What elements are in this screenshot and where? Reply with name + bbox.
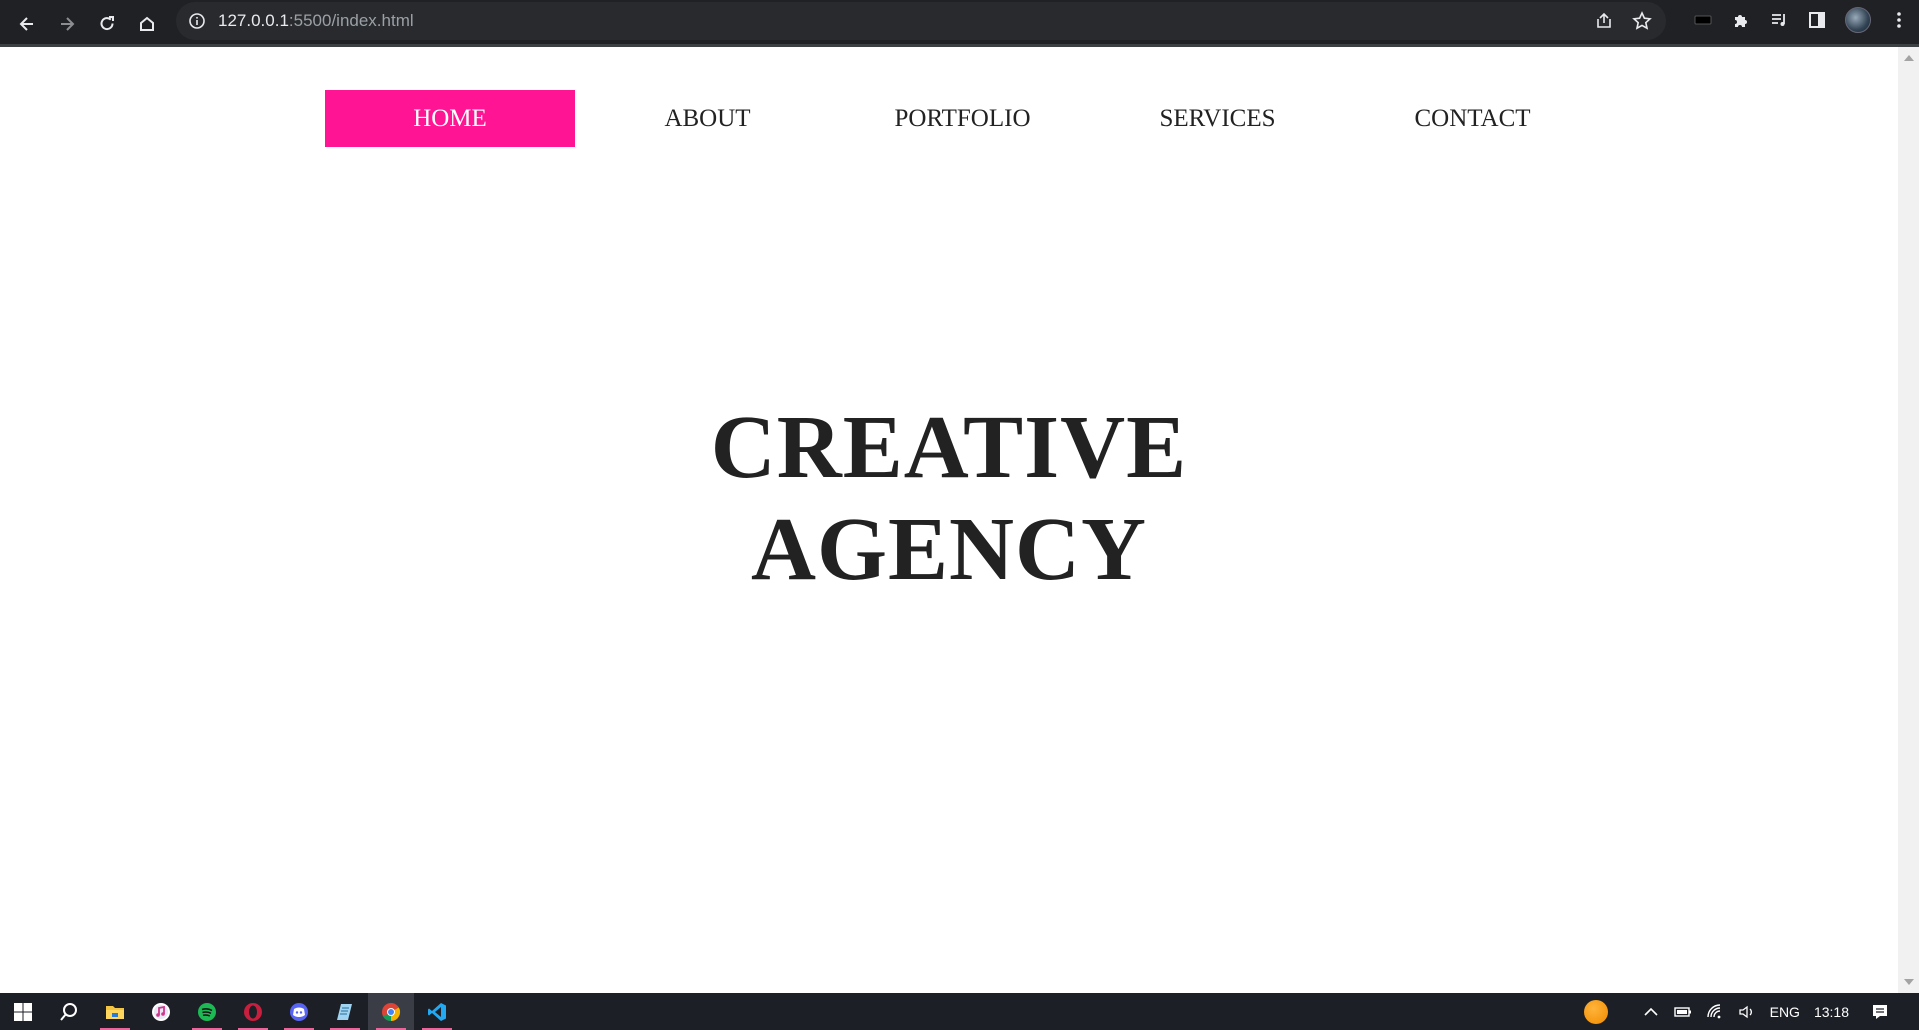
- nav-buttons: [0, 4, 167, 44]
- tray-clock[interactable]: 13:18: [1814, 1004, 1849, 1020]
- opera-icon: [244, 1002, 262, 1021]
- folder-icon: [106, 1005, 124, 1019]
- taskbar-file-explorer[interactable]: [92, 993, 138, 1030]
- vscode-icon: [428, 1002, 446, 1021]
- start-button[interactable]: [0, 993, 46, 1030]
- tray-volume[interactable]: [1738, 1003, 1756, 1021]
- back-button[interactable]: [7, 4, 47, 44]
- taskbar-itunes[interactable]: [138, 993, 184, 1030]
- vertical-scrollbar[interactable]: [1898, 47, 1919, 993]
- hero-line-2: AGENCY: [750, 500, 1147, 599]
- address-bar[interactable]: 127.0.0.1:5500/index.html: [176, 2, 1666, 40]
- reload-icon: [100, 15, 114, 30]
- url-host: 127.0.0.1: [218, 11, 289, 30]
- main-nav: HOME ABOUT PORTFOLIO SERVICES CONTACT: [325, 90, 1600, 147]
- chrome-icon: [382, 1002, 401, 1021]
- taskbar-discord[interactable]: [276, 993, 322, 1030]
- search-button[interactable]: [46, 993, 92, 1030]
- nav-home[interactable]: HOME: [325, 90, 575, 147]
- taskbar: ENG 13:18: [0, 993, 1919, 1030]
- media-queue-icon[interactable]: [1769, 10, 1789, 30]
- notepad-icon: [337, 1003, 352, 1020]
- action-center-button[interactable]: [1871, 1003, 1889, 1021]
- browser-toolbar: 127.0.0.1:5500/index.html: [0, 0, 1919, 47]
- tray-network[interactable]: [1706, 1003, 1724, 1021]
- home-button[interactable]: [127, 4, 167, 44]
- windows-icon: [14, 1002, 32, 1021]
- taskbar-vscode[interactable]: [414, 993, 460, 1030]
- tray-battery[interactable]: [1673, 1003, 1692, 1021]
- wifi-icon: [1706, 1003, 1721, 1018]
- nav-services[interactable]: SERVICES: [1090, 90, 1345, 147]
- taskbar-notepad[interactable]: [322, 993, 368, 1030]
- info-icon[interactable]: [188, 12, 206, 30]
- omnibox-actions: [1594, 2, 1652, 40]
- battery-icon: [1673, 1006, 1691, 1017]
- notifications-icon: [1873, 1004, 1887, 1019]
- profile-avatar[interactable]: [1845, 7, 1871, 33]
- nav-contact[interactable]: CONTACT: [1345, 90, 1600, 147]
- side-panel-icon[interactable]: [1807, 10, 1827, 30]
- star-icon[interactable]: [1632, 11, 1652, 31]
- itunes-icon: [152, 1002, 170, 1021]
- hero-line-1: CREATIVE: [710, 398, 1188, 497]
- discord-icon: [290, 1002, 308, 1021]
- web-page: HOME ABOUT PORTFOLIO SERVICES CONTACT CR…: [0, 47, 1898, 993]
- taskbar-spotify[interactable]: [184, 993, 230, 1030]
- nav-portfolio[interactable]: PORTFOLIO: [835, 90, 1090, 147]
- tray-overflow[interactable]: [1642, 1003, 1660, 1021]
- more-vertical-icon[interactable]: [1889, 10, 1909, 30]
- forward-button[interactable]: [47, 4, 87, 44]
- puzzle-icon[interactable]: [1731, 10, 1751, 30]
- hero-title: CREATIVE AGENCY: [0, 397, 1898, 601]
- tray-language[interactable]: ENG: [1770, 1004, 1800, 1020]
- extension-keyboard-icon[interactable]: [1693, 10, 1713, 30]
- system-tray: ENG 13:18: [1583, 993, 1919, 1030]
- home-icon: [140, 16, 154, 31]
- spotify-icon: [198, 1002, 216, 1021]
- extensions-area: [1693, 0, 1909, 40]
- arrow-left-icon: [19, 16, 33, 31]
- scroll-down-arrow[interactable]: [1904, 979, 1914, 985]
- notification-app-icon[interactable]: [1583, 999, 1608, 1024]
- chevron-up-icon: [1644, 1007, 1658, 1016]
- taskbar-chrome[interactable]: [368, 993, 414, 1030]
- url-path: :5500/index.html: [288, 11, 414, 30]
- scroll-up-arrow[interactable]: [1904, 55, 1914, 61]
- reload-button[interactable]: [87, 4, 127, 44]
- share-icon[interactable]: [1594, 11, 1614, 31]
- nav-about[interactable]: ABOUT: [580, 90, 835, 147]
- arrow-right-icon: [61, 16, 75, 31]
- search-icon: [60, 1002, 77, 1021]
- speaker-icon: [1738, 1005, 1752, 1018]
- taskbar-opera[interactable]: [230, 993, 276, 1030]
